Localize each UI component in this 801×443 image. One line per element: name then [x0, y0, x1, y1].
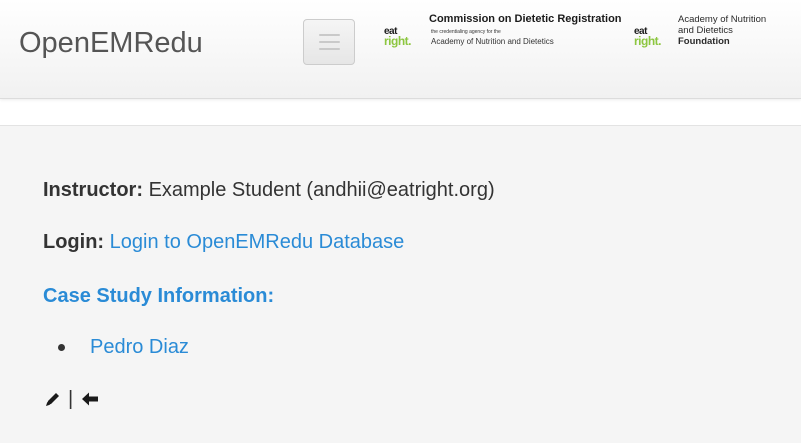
top-navbar: OpenEMRedu eat right. Commission on Diet…: [0, 0, 801, 99]
pencil-icon[interactable]: [44, 390, 62, 408]
action-separator: |: [68, 387, 74, 410]
hamburger-icon-bar: [319, 41, 340, 43]
case-study-heading[interactable]: Case Study Information:: [43, 285, 274, 308]
instructor-value: Example Student (andhii@eatright.org): [148, 179, 495, 201]
menu-toggle-button[interactable]: [303, 19, 355, 65]
bullet-icon: [58, 344, 65, 351]
foundation-logo: eat right. Academy of Nutrition and Diet…: [634, 13, 801, 63]
instructor-label: Instructor:: [43, 179, 143, 201]
eatright-logo-mark: eat right.: [384, 26, 412, 48]
hamburger-icon-bar: [319, 48, 340, 50]
hamburger-icon: [319, 34, 340, 36]
cdr-logo-tagline: the credentialing agency for the: [431, 29, 501, 35]
action-bar: |: [44, 387, 99, 411]
list-item: Pedro Diaz: [58, 336, 189, 359]
instructor-row: Instructor: Example Student (andhii@eatr…: [43, 179, 495, 202]
foundation-logo-line3: Foundation: [678, 36, 730, 47]
login-label: Login:: [43, 231, 105, 253]
brand-link[interactable]: OpenEMRedu: [19, 27, 203, 60]
cdr-logo-subtitle: Academy of Nutrition and Dietetics: [431, 37, 554, 46]
eatright-logo-mark: eat right.: [634, 26, 662, 48]
case-list: Pedro Diaz: [58, 336, 189, 359]
cdr-logo: eat right. Commission on Dietetic Regist…: [384, 13, 624, 63]
login-link[interactable]: Login to OpenEMRedu Database: [110, 231, 405, 253]
foundation-logo-line2: and Dietetics: [678, 25, 733, 36]
cdr-logo-title: Commission on Dietetic Registration: [429, 13, 622, 25]
case-link-pedro-diaz[interactable]: Pedro Diaz: [90, 336, 189, 358]
login-row: Login: Login to OpenEMRedu Database: [43, 231, 404, 254]
course-info-panel: Instructor: Example Student (andhii@eatr…: [0, 125, 801, 443]
arrow-left-icon[interactable]: [81, 391, 99, 407]
foundation-logo-line1: Academy of Nutrition: [678, 14, 767, 25]
